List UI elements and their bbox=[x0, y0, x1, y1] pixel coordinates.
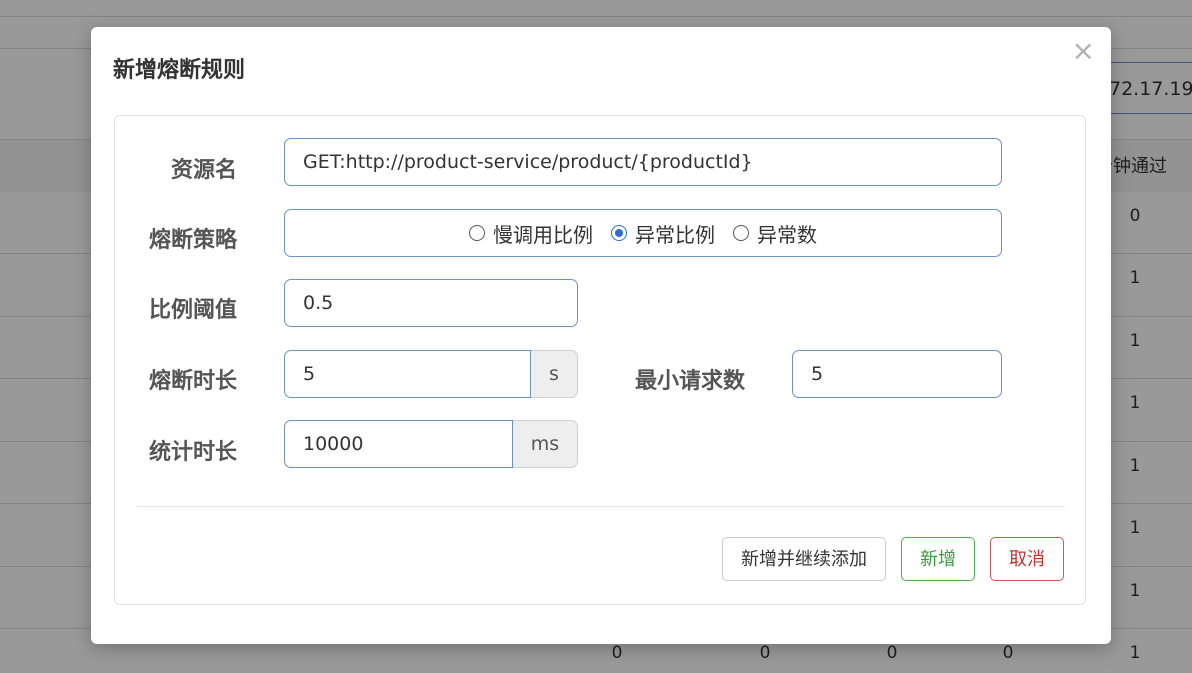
cancel-button[interactable]: 取消 bbox=[990, 537, 1064, 581]
strategy-option-label: 异常数 bbox=[757, 222, 817, 247]
ratio-threshold-input[interactable] bbox=[284, 279, 578, 327]
radio-checked-icon[interactable] bbox=[611, 225, 627, 241]
strategy-option-label: 慢调用比例 bbox=[493, 222, 593, 247]
strategy-option-exception-count[interactable]: 异常数 bbox=[733, 219, 817, 248]
radio-unchecked-icon[interactable] bbox=[733, 225, 749, 241]
dialog-title: 新增熔断规则 bbox=[113, 58, 246, 83]
stat-unit-addon: ms bbox=[513, 420, 578, 468]
form-divider bbox=[137, 506, 1065, 507]
add-button[interactable]: 新增 bbox=[901, 537, 975, 581]
form-panel: 资源名 熔断策略 慢调用比例 异常比例 异常数 比例阈值 熔断时长 s 最小 bbox=[114, 115, 1086, 605]
resource-name-input[interactable] bbox=[284, 138, 1002, 186]
close-icon[interactable]: × bbox=[1072, 37, 1095, 65]
radio-unchecked-icon[interactable] bbox=[469, 225, 485, 241]
strategy-option-label: 异常比例 bbox=[635, 222, 715, 247]
min-requests-label: 最小请求数 bbox=[635, 369, 746, 394]
resource-name-label: 资源名 bbox=[170, 158, 237, 183]
degrade-duration-input[interactable] bbox=[284, 350, 531, 398]
strategy-option-exception-ratio[interactable]: 异常比例 bbox=[611, 219, 715, 248]
min-requests-input[interactable] bbox=[792, 350, 1002, 398]
add-degrade-rule-dialog: 新增熔断规则 × 资源名 熔断策略 慢调用比例 异常比例 异常数 比例阈值 熔断… bbox=[91, 27, 1111, 644]
stat-interval-label: 统计时长 bbox=[148, 440, 237, 465]
stat-interval-input[interactable] bbox=[284, 420, 513, 468]
add-and-continue-button[interactable]: 新增并继续添加 bbox=[722, 537, 886, 581]
ratio-threshold-label: 比例阈值 bbox=[148, 298, 237, 323]
degrade-strategy-group: 慢调用比例 异常比例 异常数 bbox=[284, 209, 1002, 257]
strategy-option-slow-ratio[interactable]: 慢调用比例 bbox=[469, 219, 593, 248]
degrade-strategy-label: 熔断策略 bbox=[148, 228, 237, 253]
duration-unit-addon: s bbox=[531, 350, 578, 398]
degrade-duration-label: 熔断时长 bbox=[148, 369, 237, 394]
